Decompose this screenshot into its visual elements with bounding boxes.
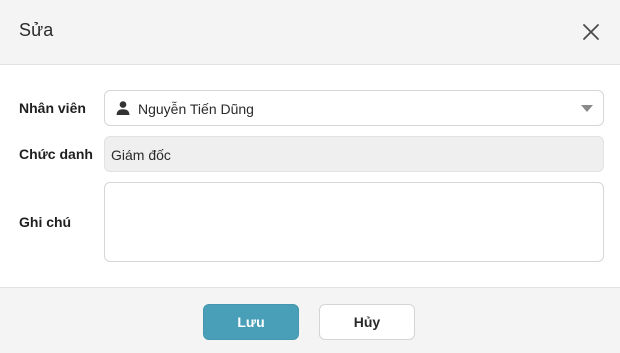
cancel-button[interactable]: Hủy [319, 304, 415, 340]
save-button[interactable]: Lưu [203, 304, 299, 340]
employee-select[interactable]: Nguyễn Tiến Dũng [104, 90, 604, 126]
position-field: Giám đốc [104, 136, 604, 172]
close-icon[interactable] [579, 20, 603, 44]
note-textarea[interactable] [105, 183, 603, 261]
dialog-header: Sửa [0, 0, 620, 65]
user-icon [115, 100, 131, 116]
position-label: Chức danh [19, 146, 93, 162]
employee-label: Nhân viên [19, 100, 86, 116]
chevron-down-icon[interactable] [581, 105, 593, 112]
note-label: Ghi chú [19, 214, 72, 230]
position-value: Giám đốc [111, 147, 171, 163]
edit-dialog: Sửa Nhân viên Nguyễn Tiến Dũng Chức danh… [0, 0, 620, 353]
employee-select-value: Nguyễn Tiến Dũng [138, 101, 254, 117]
dialog-footer: Lưu Hủy [0, 287, 620, 353]
dialog-title: Sửa [19, 20, 54, 40]
note-field-wrapper [104, 182, 604, 262]
